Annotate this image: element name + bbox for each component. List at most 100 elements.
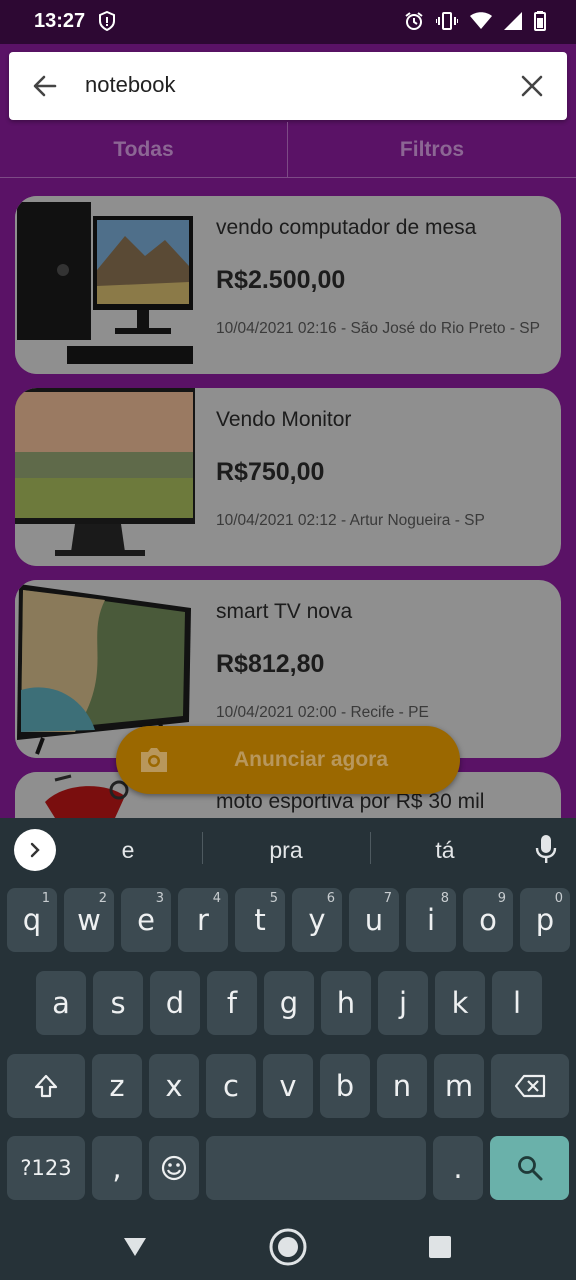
key-hint: 3 bbox=[155, 891, 164, 906]
tab-filtros[interactable]: Filtros bbox=[288, 122, 576, 178]
anunciar-agora-label: Anunciar agora bbox=[234, 748, 389, 771]
camera-icon bbox=[141, 748, 167, 772]
emoji-key[interactable] bbox=[149, 1136, 199, 1200]
status-icons bbox=[404, 11, 546, 31]
key-q[interactable]: q1 bbox=[7, 888, 57, 952]
suggestion-3[interactable]: tá bbox=[385, 837, 505, 864]
search-input[interactable]: notebook bbox=[85, 72, 176, 98]
suggestion-bar: e pra tá bbox=[0, 818, 576, 882]
arrow-left-icon[interactable] bbox=[31, 72, 59, 100]
shift-icon bbox=[34, 1074, 58, 1098]
key-e[interactable]: e3 bbox=[121, 888, 171, 952]
emoji-icon bbox=[161, 1155, 187, 1181]
comma-key[interactable]: , bbox=[92, 1136, 142, 1200]
status-time: 13:27 bbox=[34, 10, 86, 32]
key-k[interactable]: k bbox=[435, 971, 485, 1035]
listing-card[interactable]: Vendo Monitor R$750,00 10/04/2021 02:12 … bbox=[15, 388, 561, 566]
key-v[interactable]: v bbox=[263, 1054, 313, 1118]
soft-keyboard: e pra tá q1w2e3r4t5y6u7i8o9p0 asdfghjkl … bbox=[0, 818, 576, 1214]
key-label: i bbox=[426, 903, 436, 937]
backspace-key[interactable] bbox=[491, 1054, 569, 1118]
expand-suggestions-button[interactable] bbox=[14, 829, 56, 871]
system-nav-bar bbox=[0, 1214, 576, 1280]
period-key[interactable]: . bbox=[433, 1136, 483, 1200]
key-s[interactable]: s bbox=[93, 971, 143, 1035]
key-c[interactable]: c bbox=[206, 1054, 256, 1118]
key-hint: 5 bbox=[269, 891, 278, 906]
nav-recents-icon[interactable] bbox=[429, 1236, 451, 1258]
suggestion-2[interactable]: pra bbox=[226, 837, 346, 864]
key-hint: 0 bbox=[554, 891, 563, 906]
key-h[interactable]: h bbox=[321, 971, 371, 1035]
vibrate-icon bbox=[436, 12, 458, 30]
chevron-right-icon bbox=[30, 842, 40, 858]
key-x[interactable]: x bbox=[149, 1054, 199, 1118]
key-r[interactable]: r4 bbox=[178, 888, 228, 952]
key-hint: 8 bbox=[440, 891, 449, 906]
symbols-key[interactable]: ?123 bbox=[7, 1136, 85, 1200]
key-a[interactable]: a bbox=[36, 971, 86, 1035]
key-label: p bbox=[535, 903, 555, 937]
signal-icon bbox=[504, 12, 522, 30]
key-y[interactable]: y6 bbox=[292, 888, 342, 952]
key-u[interactable]: u7 bbox=[349, 888, 399, 952]
key-z[interactable]: z bbox=[92, 1054, 142, 1118]
listing-price: R$750,00 bbox=[216, 458, 325, 486]
key-hint: 2 bbox=[98, 891, 107, 906]
search-bar[interactable]: notebook bbox=[9, 52, 567, 120]
listing-meta: 10/04/2021 02:12 - Artur Nogueira - SP bbox=[216, 512, 485, 529]
listing-title: Vendo Monitor bbox=[216, 408, 352, 431]
key-label: o bbox=[479, 903, 497, 937]
shift-key[interactable] bbox=[7, 1054, 85, 1118]
key-m[interactable]: m bbox=[434, 1054, 484, 1118]
backspace-icon bbox=[514, 1074, 546, 1098]
key-label: q bbox=[22, 903, 42, 937]
key-w[interactable]: w2 bbox=[64, 888, 114, 952]
listing-meta: 10/04/2021 02:16 - São José do Rio Preto… bbox=[216, 320, 540, 337]
close-icon[interactable] bbox=[519, 73, 545, 99]
tab-todas[interactable]: Todas bbox=[0, 122, 288, 178]
key-label: y bbox=[308, 903, 326, 937]
listing-card[interactable]: vendo computador de mesa R$2.500,00 10/0… bbox=[15, 196, 561, 374]
key-g[interactable]: g bbox=[264, 971, 314, 1035]
wifi-icon bbox=[470, 12, 492, 29]
key-n[interactable]: n bbox=[377, 1054, 427, 1118]
listing-title: smart TV nova bbox=[216, 600, 353, 623]
status-bar: 13:27 bbox=[0, 0, 576, 44]
suggestion-divider bbox=[202, 832, 203, 864]
alarm-icon bbox=[405, 12, 423, 30]
key-f[interactable]: f bbox=[207, 971, 257, 1035]
nav-home-icon[interactable] bbox=[268, 1227, 308, 1267]
key-j[interactable]: j bbox=[378, 971, 428, 1035]
desktop-computer-photo bbox=[15, 196, 195, 374]
key-l[interactable]: l bbox=[492, 971, 542, 1035]
key-hint: 7 bbox=[383, 891, 392, 906]
filter-tabs: Todas Filtros bbox=[0, 122, 576, 178]
space-key[interactable] bbox=[206, 1136, 426, 1200]
anunciar-agora-button[interactable]: Anunciar agora bbox=[116, 726, 460, 794]
listing-price: R$2.500,00 bbox=[216, 266, 346, 294]
key-hint: 4 bbox=[212, 891, 221, 906]
key-o[interactable]: o9 bbox=[463, 888, 513, 952]
microphone-icon[interactable] bbox=[535, 834, 557, 864]
key-i[interactable]: i8 bbox=[406, 888, 456, 952]
search-key[interactable] bbox=[490, 1136, 569, 1200]
key-hint: 1 bbox=[41, 891, 50, 906]
listing-price: R$812,80 bbox=[216, 650, 325, 678]
key-d[interactable]: d bbox=[150, 971, 200, 1035]
listing-meta: 10/04/2021 02:00 - Recife - PE bbox=[216, 704, 429, 721]
key-t[interactable]: t5 bbox=[235, 888, 285, 952]
key-label: u bbox=[364, 903, 384, 937]
key-label: w bbox=[77, 903, 101, 937]
suggestion-1[interactable]: e bbox=[68, 837, 188, 864]
key-hint: 9 bbox=[497, 891, 506, 906]
key-label: e bbox=[137, 903, 155, 937]
search-icon bbox=[517, 1156, 542, 1181]
shield-alert-icon bbox=[99, 11, 115, 31]
battery-icon bbox=[534, 11, 546, 31]
nav-back-icon[interactable] bbox=[122, 1236, 148, 1258]
key-b[interactable]: b bbox=[320, 1054, 370, 1118]
key-label: r bbox=[197, 903, 209, 937]
key-hint: 6 bbox=[326, 891, 335, 906]
key-p[interactable]: p0 bbox=[520, 888, 570, 952]
